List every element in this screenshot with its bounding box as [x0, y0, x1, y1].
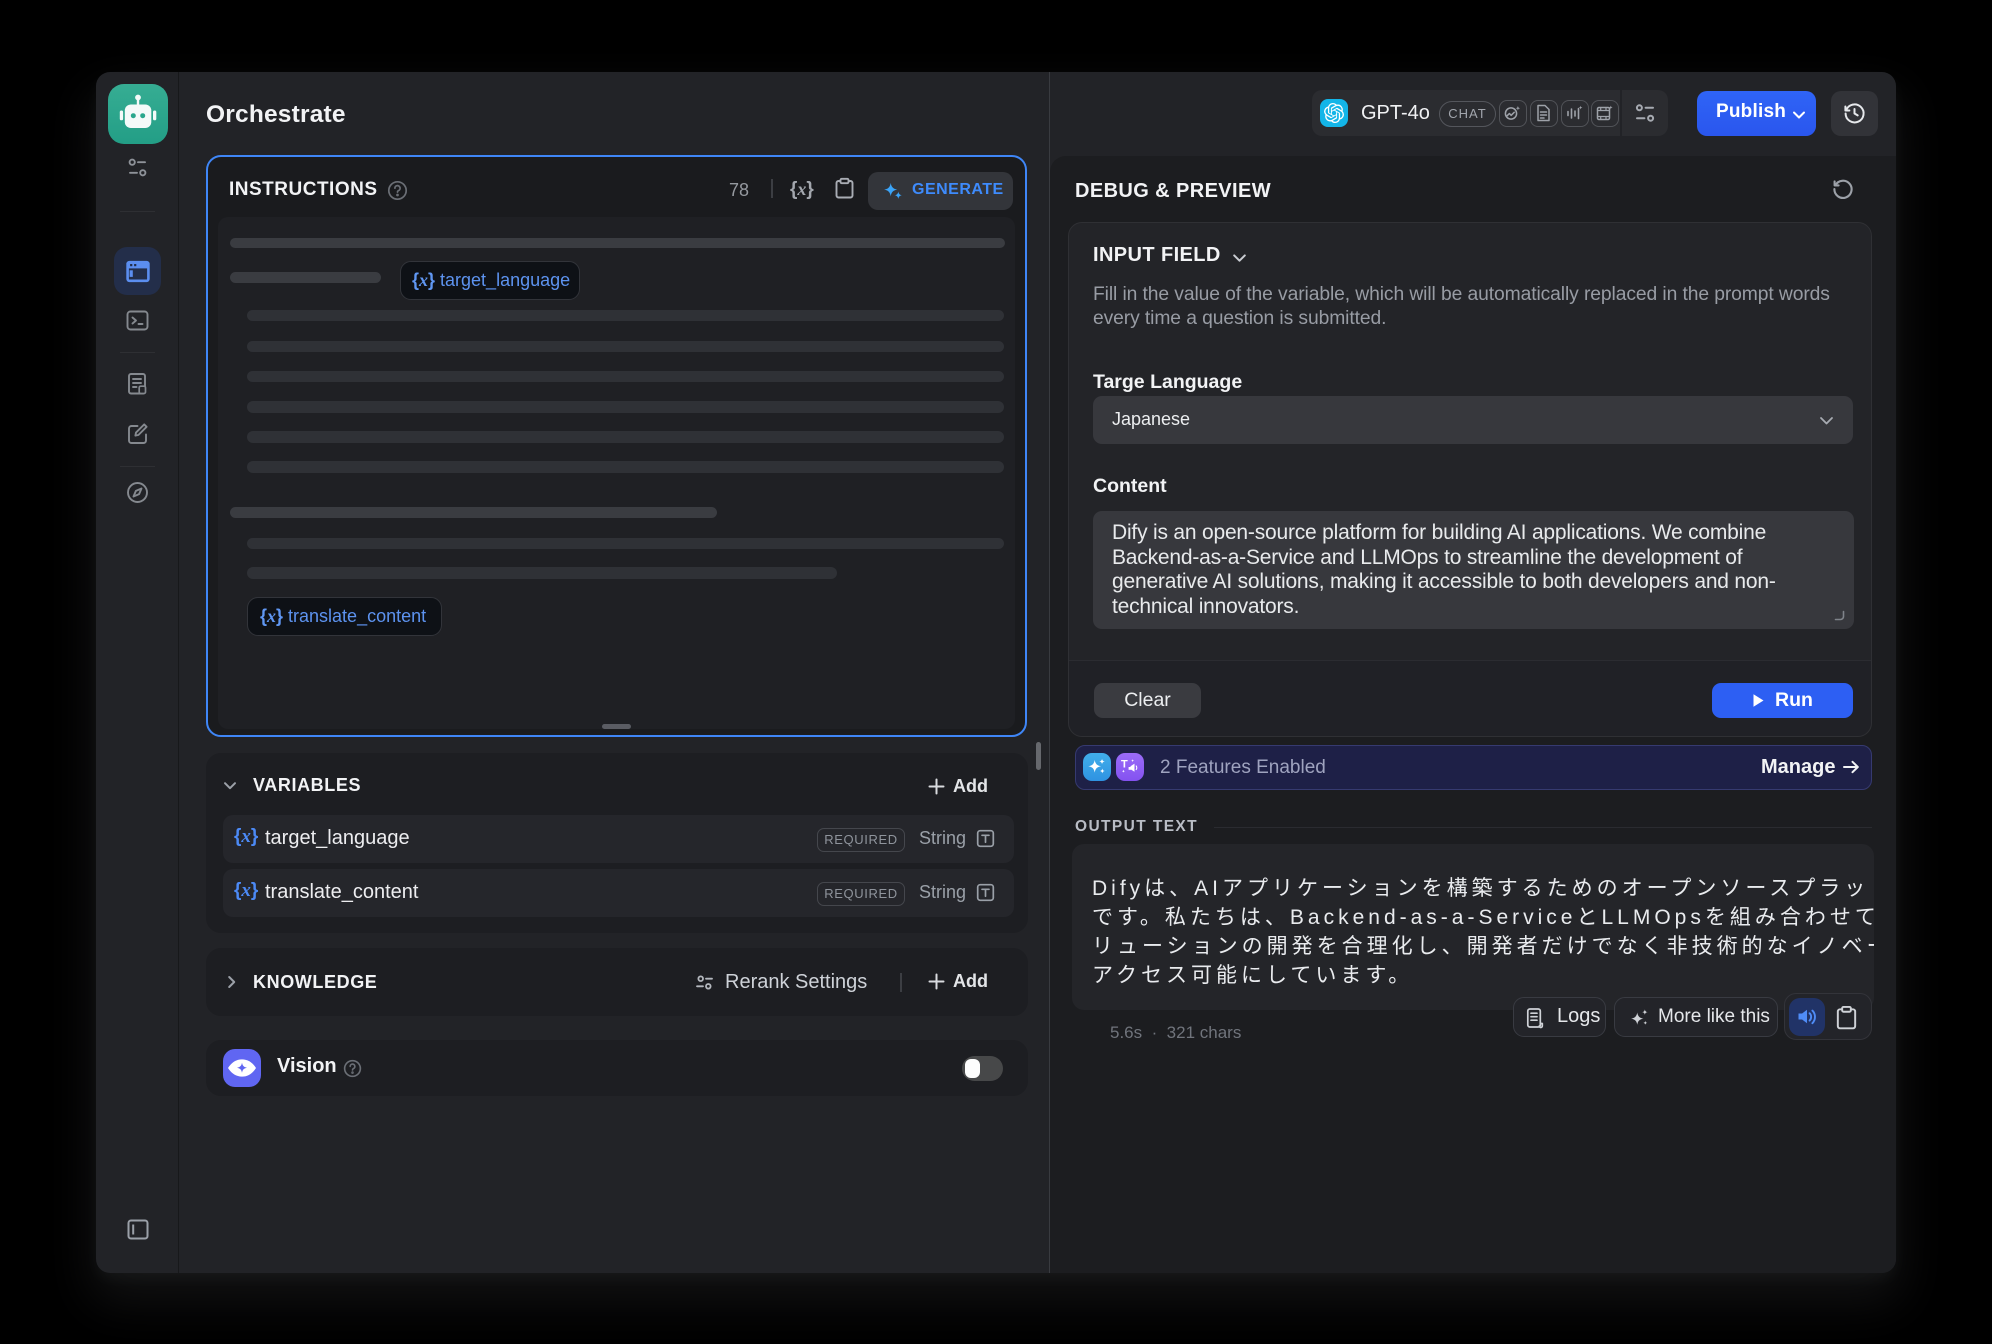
svg-text:T: T [1121, 759, 1128, 771]
